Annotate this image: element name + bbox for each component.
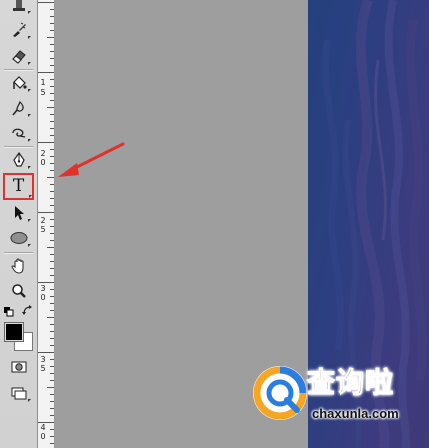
zoom-tool[interactable] (5, 280, 32, 302)
history-brush-icon (12, 22, 26, 37)
quick-mask-button[interactable] (5, 356, 32, 378)
watermark-url: chaxunla.com (312, 406, 399, 421)
blur-tool[interactable] (5, 97, 32, 119)
ruler-label: 0 (40, 293, 46, 302)
watermark-title: 查询啦 (306, 366, 395, 399)
quick-mask-icon (11, 361, 26, 373)
history-brush-tool[interactable] (5, 19, 32, 41)
foreground-color-swatch[interactable] (4, 322, 24, 342)
annotation-arrow (58, 142, 125, 177)
ruler-label: 5 (40, 364, 46, 373)
type-icon: T (12, 176, 25, 196)
hand-tool[interactable] (5, 255, 32, 277)
ruler-label: 1 (40, 78, 46, 87)
path-selection-tool[interactable] (5, 202, 32, 224)
ruler-label: 3 (40, 284, 46, 293)
ruler-label: 5 (40, 88, 46, 97)
eraser-icon (11, 50, 26, 64)
ruler-label: 5 (40, 225, 46, 234)
ruler-label: 0 (40, 432, 46, 441)
paint-bucket-tool[interactable] (5, 72, 32, 94)
ruler-label: 2 (40, 216, 46, 225)
watermark-logo-icon (253, 366, 307, 420)
swap-colors-icon[interactable] (22, 305, 33, 316)
type-tool[interactable]: T (3, 173, 34, 200)
blur-drop-icon (11, 100, 24, 116)
stamp-icon (12, 0, 25, 11)
watermark: 查询啦 chaxunla.com (248, 360, 418, 428)
screen-mode-button[interactable] (5, 382, 32, 404)
ruler-label: 4 (40, 423, 46, 432)
screen-mode-icon (11, 387, 26, 400)
default-colors-icon[interactable] (4, 307, 14, 317)
dodge-icon (11, 128, 25, 138)
ellipse-tool[interactable] (5, 227, 32, 249)
stamp-tool[interactable] (5, 0, 32, 16)
paint-bucket-icon (12, 76, 27, 89)
hand-icon (10, 258, 23, 274)
photoshop-window: T 1 5 2 0 2 5 3 0 3 5 4 0 查询啦 chaxunla.c… (0, 0, 429, 448)
ruler-label: 2 (40, 149, 46, 158)
pen-tool[interactable] (5, 149, 32, 171)
tools-panel: T (0, 0, 38, 448)
ellipse-icon (10, 232, 27, 244)
vertical-ruler[interactable]: 1 5 2 0 2 5 3 0 3 5 4 0 (38, 0, 55, 448)
path-selection-icon (14, 206, 24, 220)
dodge-tool[interactable] (5, 122, 32, 144)
pen-icon (12, 151, 25, 167)
ruler-label: 3 (40, 355, 46, 364)
zoom-icon (11, 284, 26, 298)
ruler-label: 0 (40, 158, 46, 167)
eraser-tool[interactable] (5, 45, 32, 67)
